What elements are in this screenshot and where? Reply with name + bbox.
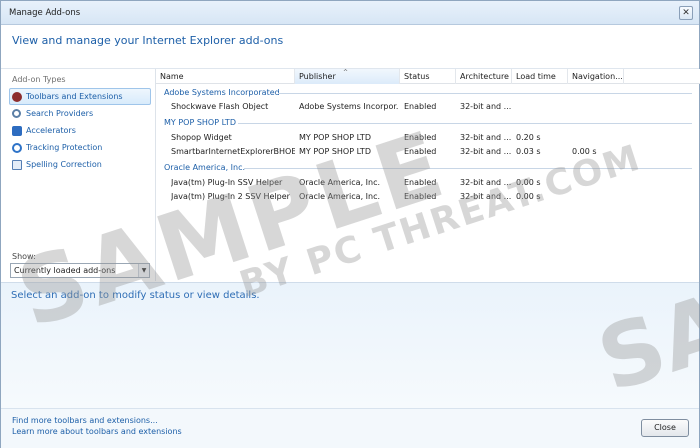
header-text: View and manage your Internet Explorer a…	[12, 34, 284, 47]
group-name: MY POP SHOP LTD	[164, 118, 236, 127]
cell-name: Java(tm) Plug-In SSV Helper	[171, 178, 283, 187]
learn-more-toolbars-link[interactable]: Learn more about toolbars and extensions	[12, 427, 182, 436]
cell-name: Shockwave Flash Object	[171, 102, 269, 111]
addon-type-spelling-correction[interactable]: Spelling Correction	[9, 156, 151, 173]
cell-status: Enabled	[404, 133, 437, 142]
cell-load-time: 0.03 s	[516, 147, 541, 156]
cell-name: Shopop Widget	[171, 133, 232, 142]
group-header: Adobe Systems Incorporated	[156, 86, 700, 100]
addon-type-search-providers[interactable]: Search Providers	[9, 105, 151, 122]
show-dropdown-value: Currently loaded add-ons	[14, 266, 116, 275]
cell-status: Enabled	[404, 192, 437, 201]
group-name: Oracle America, Inc.	[164, 163, 246, 172]
group-header: Oracle America, Inc.	[156, 161, 700, 175]
window-close-icon[interactable]: ✕	[679, 6, 693, 20]
addon-type-list: Toolbars and Extensions Search Providers…	[9, 88, 151, 173]
group-divider	[278, 93, 692, 94]
show-dropdown[interactable]: Currently loaded add-ons ▼	[10, 263, 150, 278]
group-divider	[238, 123, 692, 124]
title-bar: Manage Add-ons ✕	[1, 1, 699, 25]
cell-navigation	[572, 131, 624, 145]
addon-type-toolbars-extensions[interactable]: Toolbars and Extensions	[9, 88, 151, 105]
column-header-load-time[interactable]: Load time	[512, 69, 568, 84]
cell-navigation	[572, 176, 624, 190]
cell-status: Enabled	[404, 147, 437, 156]
group-divider	[244, 168, 692, 169]
addons-table: Name Publisher ^ Status Architecture Loa…	[155, 69, 700, 281]
manage-addons-window: Manage Add-ons ✕ View and manage your In…	[0, 0, 700, 448]
spelling-icon	[12, 160, 22, 170]
cell-navigation: 0.00 s	[572, 147, 597, 156]
close-button[interactable]: Close	[641, 419, 689, 437]
table-row[interactable]: SmartbarInternetExplorerBHOE... MY POP S…	[156, 145, 700, 159]
cell-publisher: MY POP SHOP LTD	[299, 133, 371, 142]
cell-architecture: 32-bit and ...	[460, 133, 512, 142]
details-text: Select an add-on to modify status or vie…	[11, 290, 260, 301]
find-more-toolbars-link[interactable]: Find more toolbars and extensions...	[12, 416, 158, 425]
addon-type-label: Search Providers	[26, 109, 94, 118]
cell-load-time: 0.00 s	[516, 192, 541, 201]
column-header-navigation[interactable]: Navigation...	[568, 69, 624, 84]
addon-type-label: Spelling Correction	[26, 160, 102, 169]
cell-name: Java(tm) Plug-In 2 SSV Helper	[171, 192, 290, 201]
tracking-protection-icon	[12, 143, 22, 153]
cell-architecture: 32-bit and ...	[460, 102, 512, 111]
cell-publisher: Adobe Systems Incorpor...	[299, 102, 399, 111]
cell-load-time: 0.20 s	[516, 133, 541, 142]
sort-ascending-icon: ^	[343, 69, 349, 76]
addon-type-label: Toolbars and Extensions	[26, 92, 123, 101]
table-row[interactable]: Java(tm) Plug-In SSV Helper Oracle Ameri…	[156, 176, 700, 190]
column-header-name[interactable]: Name	[156, 69, 295, 84]
footer: Find more toolbars and extensions... Lea…	[1, 408, 699, 448]
group-header: MY POP SHOP LTD	[156, 116, 700, 130]
cell-architecture: 32-bit and ...	[460, 147, 512, 156]
table-row[interactable]: Java(tm) Plug-In 2 SSV Helper Oracle Ame…	[156, 190, 700, 204]
details-pane: Select an add-on to modify status or vie…	[1, 282, 699, 408]
addon-type-accelerators[interactable]: Accelerators	[9, 122, 151, 139]
cell-load-time	[516, 100, 568, 114]
toolbar-icon	[12, 92, 22, 102]
window-title: Manage Add-ons	[9, 8, 81, 18]
table-row[interactable]: Shopop Widget MY POP SHOP LTD Enabled 32…	[156, 131, 700, 145]
column-header-status[interactable]: Status	[400, 69, 456, 84]
cell-navigation	[572, 190, 624, 204]
cell-publisher: Oracle America, Inc.	[299, 192, 381, 201]
column-header-architecture[interactable]: Architecture	[456, 69, 512, 84]
addon-type-tracking-protection[interactable]: Tracking Protection	[9, 139, 151, 156]
column-header-label: Publisher	[299, 72, 336, 81]
show-label: Show:	[12, 252, 36, 261]
addon-types-label: Add-on Types	[12, 75, 66, 84]
table-header: Name Publisher ^ Status Architecture Loa…	[156, 69, 700, 84]
cell-architecture: 32-bit and ...	[460, 178, 512, 187]
addon-type-label: Tracking Protection	[26, 143, 103, 152]
cell-load-time: 0.00 s	[516, 178, 541, 187]
chevron-down-icon[interactable]: ▼	[138, 264, 149, 277]
search-icon	[12, 109, 21, 118]
cell-status: Enabled	[404, 178, 437, 187]
cell-name: SmartbarInternetExplorerBHOE...	[171, 147, 295, 156]
table-row[interactable]: Shockwave Flash Object Adobe Systems Inc…	[156, 100, 700, 114]
cell-navigation	[572, 100, 624, 114]
cell-publisher: Oracle America, Inc.	[299, 178, 381, 187]
addon-type-label: Accelerators	[26, 126, 76, 135]
column-header-publisher[interactable]: Publisher ^	[295, 69, 400, 84]
header-banner: View and manage your Internet Explorer a…	[1, 25, 699, 69]
group-name: Adobe Systems Incorporated	[164, 88, 280, 97]
cell-publisher: MY POP SHOP LTD	[299, 147, 371, 156]
accelerator-icon	[12, 126, 22, 136]
cell-status: Enabled	[404, 102, 437, 111]
addon-types-panel: Add-on Types Toolbars and Extensions Sea…	[1, 69, 155, 281]
cell-architecture: 32-bit and ...	[460, 192, 512, 201]
